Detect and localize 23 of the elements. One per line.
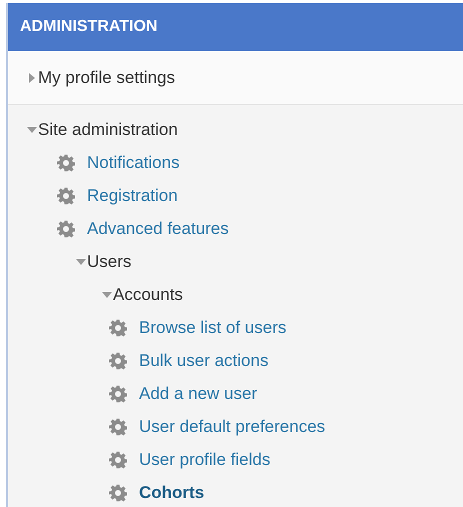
tree-branch-label[interactable]: My profile settings <box>38 68 175 88</box>
gear-icon <box>109 318 127 336</box>
tree-link[interactable]: Registration <box>87 186 178 206</box>
tree-link[interactable]: Bulk user actions <box>139 350 268 370</box>
tree-link[interactable]: Notifications <box>87 152 180 172</box>
tree-link[interactable]: User default preferences <box>139 416 326 436</box>
gear-icon <box>57 220 75 238</box>
block-title: ADMINISTRATION <box>20 18 158 36</box>
gear-icon <box>57 186 75 204</box>
gear-icon <box>109 484 127 502</box>
tree-branch-label[interactable]: Site administration <box>38 120 178 140</box>
tree-link[interactable]: Add a new user <box>139 384 258 404</box>
gear-icon <box>109 352 127 370</box>
gear-icon <box>57 154 75 172</box>
tree-branch-label[interactable]: Accounts <box>113 284 183 304</box>
tree-link[interactable]: User profile fields <box>139 450 270 470</box>
tree-link[interactable]: Cohorts <box>139 482 204 502</box>
tree-link[interactable]: Advanced features <box>87 218 229 238</box>
gear-icon <box>109 384 127 402</box>
gear-icon <box>109 418 127 436</box>
tree-link[interactable]: Browse list of users <box>139 318 286 338</box>
tree-branch-label[interactable]: Users <box>87 252 132 272</box>
gear-icon <box>109 450 127 468</box>
